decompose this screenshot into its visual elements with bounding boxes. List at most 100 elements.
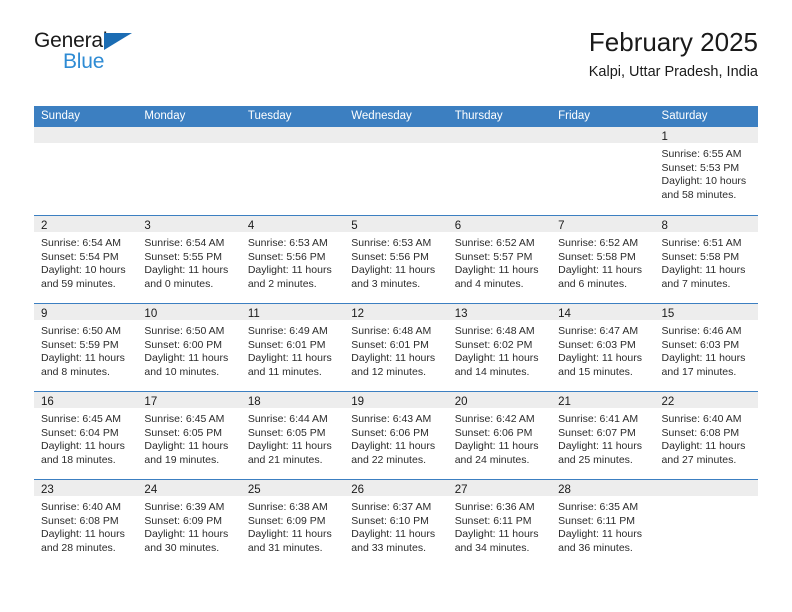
general-blue-logo[interactable]: General Blue	[34, 30, 154, 82]
daylight-line-2: and 34 minutes.	[454, 541, 530, 554]
sunset-line: Sunset: 6:01 PM	[351, 338, 429, 351]
day-number: 6	[454, 220, 462, 232]
sunrise-line: Sunrise: 6:39 AM	[144, 501, 225, 513]
day-cell: 5 Sunrise: 6:53 AM Sunset: 5:56 PM Dayli…	[344, 216, 448, 303]
daylight-line-1: Daylight: 11 hours	[247, 264, 332, 277]
daylight-line-2: and 22 minutes.	[351, 453, 426, 466]
weekday-header-sunday: Sunday	[41, 110, 81, 122]
sunrise-line: Sunrise: 6:53 AM	[247, 237, 328, 249]
sunrise-line: Sunrise: 6:54 AM	[144, 237, 225, 249]
day-details: Sunrise: 6:52 AM Sunset: 5:57 PM Dayligh…	[448, 232, 551, 291]
sunset-line: Sunset: 6:03 PM	[558, 338, 636, 351]
daylight-line-1: Daylight: 11 hours	[454, 440, 539, 453]
day-details: Sunrise: 6:35 AM Sunset: 6:11 PM Dayligh…	[551, 496, 654, 555]
day-number: 24	[144, 484, 158, 496]
day-cell: 22 Sunrise: 6:40 AM Sunset: 6:08 PM Dayl…	[654, 392, 758, 479]
day-date-band: 8	[654, 216, 758, 232]
daylight-line-2: and 3 minutes.	[351, 277, 421, 290]
day-date-band: 25	[240, 480, 345, 496]
sunrise-line: Sunrise: 6:48 AM	[351, 325, 432, 337]
day-details: Sunrise: 6:44 AM Sunset: 6:05 PM Dayligh…	[241, 408, 344, 467]
daylight-line-2: and 7 minutes.	[661, 277, 731, 290]
day-cell: 19 Sunrise: 6:43 AM Sunset: 6:06 PM Dayl…	[344, 392, 448, 479]
day-details: Sunrise: 6:48 AM Sunset: 6:01 PM Dayligh…	[344, 320, 447, 379]
sunrise-line: Sunrise: 6:36 AM	[454, 501, 535, 513]
daylight-line-2: and 33 minutes.	[351, 541, 426, 554]
sunset-line: Sunset: 6:01 PM	[247, 338, 326, 351]
day-cell: 8 Sunrise: 6:51 AM Sunset: 5:58 PM Dayli…	[654, 216, 758, 303]
daylight-line-1: Daylight: 11 hours	[247, 528, 332, 541]
day-date-band	[34, 127, 138, 143]
day-details: Sunrise: 6:50 AM Sunset: 5:59 PM Dayligh…	[34, 320, 137, 379]
sunset-line: Sunset: 6:11 PM	[558, 514, 635, 527]
logo-text-blue: Blue	[63, 50, 105, 73]
day-date-band: 1	[654, 127, 758, 143]
day-number: 13	[454, 308, 468, 320]
daylight-line-1: Daylight: 11 hours	[661, 352, 746, 365]
day-cell: 21 Sunrise: 6:41 AM Sunset: 6:07 PM Dayl…	[551, 392, 655, 479]
daylight-line-1: Daylight: 11 hours	[454, 352, 539, 365]
sunrise-line: Sunrise: 6:41 AM	[558, 413, 639, 425]
title-block: February 2025 Kalpi, Uttar Pradesh, Indi…	[589, 27, 758, 80]
daylight-line-2: and 15 minutes.	[558, 365, 633, 378]
calendar-page: General Blue February 2025 Kalpi, Uttar …	[0, 0, 792, 612]
day-date-band: 13	[447, 304, 552, 320]
daylight-line-2: and 18 minutes.	[41, 453, 116, 466]
day-date-band: 19	[344, 392, 448, 408]
day-number: 14	[558, 308, 571, 320]
daylight-line-1: Daylight: 11 hours	[144, 440, 229, 453]
day-details: Sunrise: 6:42 AM Sunset: 6:06 PM Dayligh…	[448, 408, 551, 467]
day-number: 17	[144, 396, 158, 408]
daylight-line-2: and 4 minutes.	[454, 277, 524, 290]
sunset-line: Sunset: 6:04 PM	[41, 426, 119, 439]
day-details: Sunrise: 6:40 AM Sunset: 6:08 PM Dayligh…	[34, 496, 137, 555]
daylight-line-1: Daylight: 11 hours	[351, 440, 436, 453]
calendar-grid: Sunday Monday Tuesday Wednesday Thursday…	[34, 106, 758, 567]
day-date-band: 7	[551, 216, 655, 232]
daylight-line-1: Daylight: 11 hours	[144, 528, 229, 541]
sunset-line: Sunset: 6:06 PM	[454, 426, 533, 439]
daylight-line-1: Daylight: 11 hours	[144, 264, 229, 277]
daylight-line-1: Daylight: 11 hours	[454, 264, 539, 277]
day-number: 7	[558, 220, 565, 232]
daylight-line-2: and 11 minutes.	[247, 365, 322, 378]
day-cell	[551, 127, 655, 215]
day-details: Sunrise: 6:43 AM Sunset: 6:06 PM Dayligh…	[344, 408, 447, 467]
sunset-line: Sunset: 5:58 PM	[661, 250, 740, 263]
daylight-line-1: Daylight: 11 hours	[558, 264, 642, 277]
day-cell: 11 Sunrise: 6:49 AM Sunset: 6:01 PM Dayl…	[240, 304, 345, 391]
day-number: 16	[41, 396, 54, 408]
sunrise-line: Sunrise: 6:42 AM	[454, 413, 535, 425]
day-cell: 6 Sunrise: 6:52 AM Sunset: 5:57 PM Dayli…	[447, 216, 552, 303]
daylight-line-1: Daylight: 10 hours	[41, 264, 126, 277]
sunrise-line: Sunrise: 6:55 AM	[661, 148, 742, 160]
logo-text-general: General	[34, 29, 108, 52]
day-number: 19	[351, 396, 365, 408]
day-date-band: 14	[551, 304, 655, 320]
sunrise-line: Sunrise: 6:52 AM	[558, 237, 639, 249]
sunrise-line: Sunrise: 6:35 AM	[558, 501, 639, 513]
day-date-band: 20	[447, 392, 552, 408]
sunset-line: Sunset: 5:57 PM	[454, 250, 533, 263]
sunrise-line: Sunrise: 6:52 AM	[454, 237, 535, 249]
day-date-band: 18	[240, 392, 345, 408]
daylight-line-1: Daylight: 11 hours	[558, 440, 642, 453]
day-details: Sunrise: 6:53 AM Sunset: 5:56 PM Dayligh…	[241, 232, 344, 291]
daylight-line-1: Daylight: 11 hours	[351, 352, 436, 365]
day-number: 15	[661, 308, 675, 320]
daylight-line-2: and 25 minutes.	[558, 453, 633, 466]
sunrise-line: Sunrise: 6:54 AM	[41, 237, 121, 249]
sunrise-line: Sunrise: 6:50 AM	[144, 325, 225, 337]
sunrise-line: Sunrise: 6:44 AM	[247, 413, 328, 425]
day-date-band	[447, 127, 552, 143]
sunrise-line: Sunrise: 6:38 AM	[247, 501, 328, 513]
day-date-band: 27	[447, 480, 552, 496]
daylight-line-2: and 24 minutes.	[454, 453, 530, 466]
day-details: Sunrise: 6:41 AM Sunset: 6:07 PM Dayligh…	[551, 408, 654, 467]
day-details: Sunrise: 6:45 AM Sunset: 6:04 PM Dayligh…	[34, 408, 137, 467]
daylight-line-1: Daylight: 11 hours	[661, 440, 746, 453]
day-cell	[137, 127, 241, 215]
sunrise-line: Sunrise: 6:50 AM	[41, 325, 121, 337]
day-details: Sunrise: 6:50 AM Sunset: 6:00 PM Dayligh…	[137, 320, 240, 379]
day-details: Sunrise: 6:54 AM Sunset: 5:54 PM Dayligh…	[34, 232, 137, 291]
